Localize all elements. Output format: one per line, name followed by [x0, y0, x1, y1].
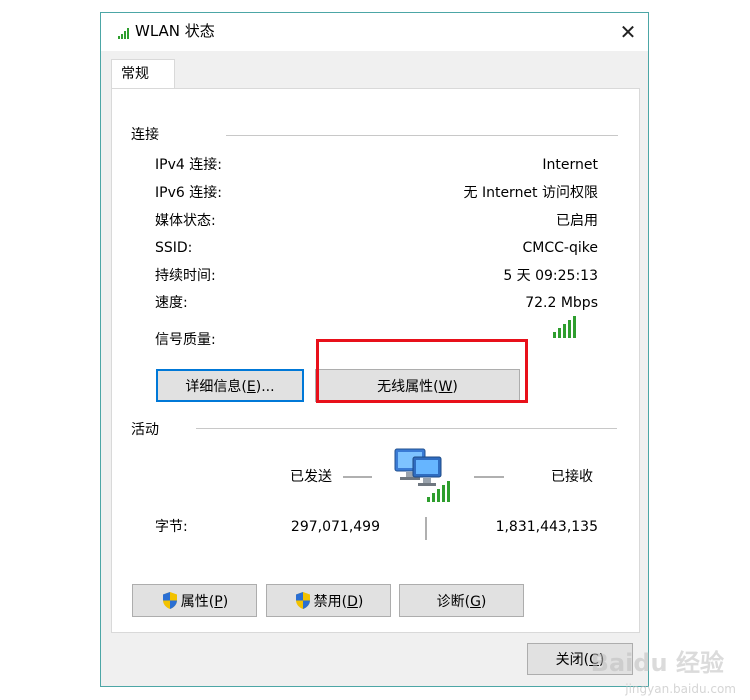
signal-strength-icon: [553, 316, 576, 338]
received-label: 已接收: [551, 469, 593, 485]
window-title: WLAN 状态: [135, 22, 215, 40]
close-icon[interactable]: ✕: [608, 13, 648, 51]
signal-quality-label: 信号质量:: [155, 332, 216, 348]
properties-button[interactable]: 属性(P): [132, 584, 257, 617]
watermark-url: jingyan.baidu.com: [625, 682, 736, 696]
diagnose-button[interactable]: 诊断(G): [399, 584, 524, 617]
details-button-label: 详细信息(E)...: [185, 378, 275, 395]
ssid-value: CMCC-qike: [522, 240, 598, 256]
title-bar: WLAN 状态 ✕: [101, 13, 648, 51]
watermark: Baidu 经验: [590, 649, 724, 677]
sent-line: [343, 476, 372, 478]
bytes-label: 字节:: [155, 519, 188, 535]
ipv4-label: IPv4 连接:: [155, 157, 222, 173]
connection-group-divider: [226, 135, 618, 136]
bytes-sent-value: 297,071,499: [290, 519, 380, 535]
connection-group-label: 连接: [131, 127, 159, 143]
tab-general[interactable]: 常规: [111, 59, 175, 88]
received-line: [474, 476, 504, 478]
ipv6-value: 无 Internet 访问权限: [463, 185, 599, 201]
wifi-signal-icon: [118, 28, 129, 39]
sent-label: 已发送: [290, 469, 332, 485]
uac-shield-icon: [162, 592, 177, 609]
properties-button-label: 属性(P): [180, 593, 229, 610]
highlight-box: [316, 339, 528, 403]
ipv4-value: Internet: [542, 157, 598, 173]
duration-label: 持续时间:: [155, 268, 216, 284]
speed-value: 72.2 Mbps: [525, 295, 598, 311]
ssid-label: SSID:: [155, 240, 193, 256]
uac-shield-icon: [295, 592, 310, 609]
media-state-value: 已启用: [556, 213, 598, 229]
bytes-divider: [425, 517, 427, 540]
ipv6-label: IPv6 连接:: [155, 185, 222, 201]
activity-group-label: 活动: [131, 422, 159, 438]
network-computers-icon: [394, 448, 450, 502]
disable-button[interactable]: 禁用(D): [266, 584, 391, 617]
media-state-label: 媒体状态:: [155, 213, 216, 229]
diagnose-button-label: 诊断(G): [436, 593, 487, 610]
bytes-received-value: 1,831,443,135: [495, 519, 598, 535]
speed-label: 速度:: [155, 295, 188, 311]
duration-value: 5 天 09:25:13: [503, 268, 598, 284]
disable-button-label: 禁用(D): [313, 593, 364, 610]
details-button[interactable]: 详细信息(E)...: [156, 369, 304, 402]
activity-group-divider: [196, 428, 617, 429]
